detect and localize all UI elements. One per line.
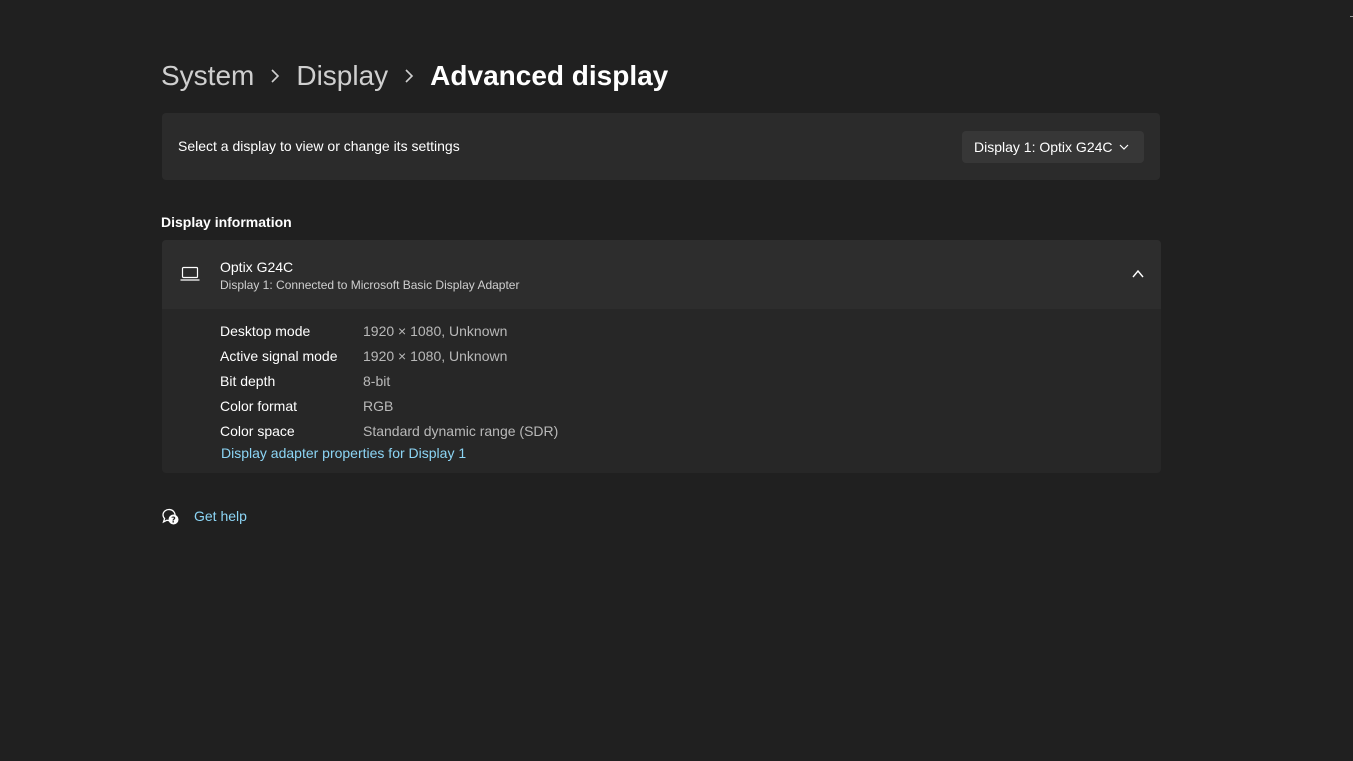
get-help-label: Get help <box>194 508 247 524</box>
monitor-name: Optix G24C <box>220 259 294 275</box>
get-help-link[interactable]: ? Get help <box>161 507 247 525</box>
display-information-card: Optix G24C Display 1: Connected to Micro… <box>162 240 1161 473</box>
chevron-right-icon <box>254 56 296 96</box>
monitor-connection: Display 1: Connected to Microsoft Basic … <box>220 278 520 292</box>
info-key: Desktop mode <box>220 322 311 339</box>
info-key: Color format <box>220 397 298 414</box>
display-dropdown[interactable]: Display 1: Optix G24C <box>962 131 1144 163</box>
display-adapter-properties-link[interactable]: Display adapter properties for Display 1 <box>221 445 466 461</box>
svg-text:?: ? <box>171 516 176 525</box>
select-display-label: Select a display to view or change its s… <box>178 138 460 154</box>
laptop-icon <box>180 266 200 281</box>
chevron-down-icon <box>1119 144 1129 150</box>
info-row-color-format: Color format RGB <box>220 393 558 418</box>
info-key: Color space <box>220 422 295 439</box>
display-dropdown-value: Display 1: Optix G24C <box>974 139 1113 155</box>
info-row-active-signal-mode: Active signal mode 1920 × 1080, Unknown <box>220 343 558 368</box>
help-chat-icon: ? <box>162 508 179 525</box>
info-value: 1920 × 1080, Unknown <box>363 347 508 364</box>
info-value: 8-bit <box>363 372 391 389</box>
info-row-desktop-mode: Desktop mode 1920 × 1080, Unknown <box>220 318 558 343</box>
info-row-bit-depth: Bit depth 8-bit <box>220 368 558 393</box>
info-value: 1920 × 1080, Unknown <box>363 322 508 339</box>
info-value: RGB <box>363 397 394 414</box>
breadcrumb-system[interactable]: System <box>161 60 254 92</box>
select-display-card: Select a display to view or change its s… <box>162 113 1160 180</box>
page-title: Advanced display <box>430 60 669 91</box>
breadcrumb-display[interactable]: Display <box>296 60 388 92</box>
info-key: Active signal mode <box>220 347 338 364</box>
section-title-display-information: Display information <box>161 214 292 230</box>
chevron-right-icon <box>388 56 430 96</box>
display-information-header[interactable]: Optix G24C Display 1: Connected to Micro… <box>162 240 1161 309</box>
info-row-color-space: Color space Standard dynamic range (SDR) <box>220 418 558 443</box>
chevron-up-icon[interactable] <box>1131 268 1145 280</box>
advanced-display-page: System Display Advanced display Select a… <box>0 0 1353 761</box>
display-info-rows: Desktop mode 1920 × 1080, Unknown Active… <box>220 318 558 443</box>
info-key: Bit depth <box>220 372 276 389</box>
breadcrumb: System Display Advanced display <box>161 56 668 96</box>
info-value: Standard dynamic range (SDR) <box>363 422 559 439</box>
